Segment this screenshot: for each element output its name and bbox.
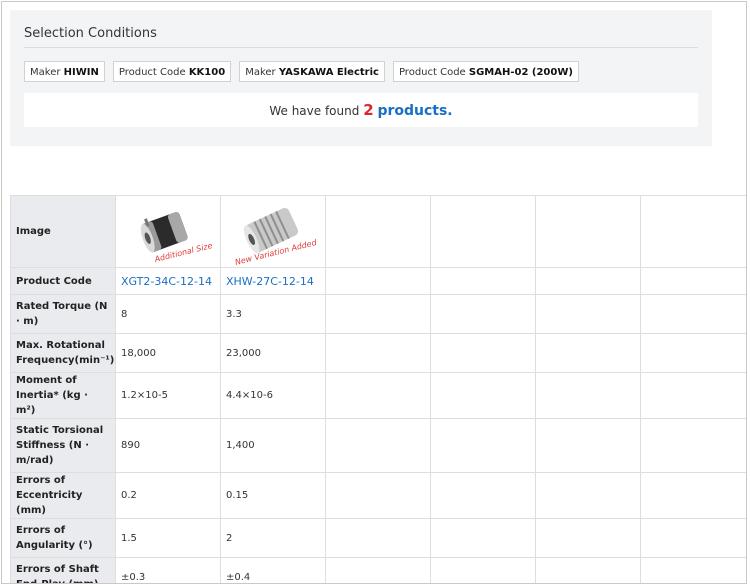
empty-cell: [535, 472, 641, 519]
condition-chips: Maker HIWIN Product Code KK100 Maker YAS…: [24, 61, 579, 82]
coupling-disc-silver-icon[interactable]: New Variation Added: [228, 199, 318, 267]
row-header-product-code: Product Code: [10, 267, 116, 295]
table-row-static-torsional-stiffness: Static Torsional Stiffness (N · m/rad) 8…: [10, 418, 746, 473]
row-header-image: Image: [10, 195, 116, 268]
product-comparison-table: Image Additional Size New Variation Adde…: [10, 195, 746, 583]
empty-cell: [325, 557, 431, 583]
spec-value: 4.4×10-6: [220, 372, 326, 419]
spec-value: 2: [220, 518, 326, 558]
empty-cell: [430, 267, 536, 295]
empty-cell: [535, 518, 641, 558]
chip-value: YASKAWA Electric: [278, 67, 379, 78]
empty-cell: [535, 418, 641, 473]
condition-chip-product-code-sgmah[interactable]: Product Code SGMAH-02 (200W): [392, 61, 579, 82]
empty-cell: [535, 372, 641, 419]
empty-cell: [430, 294, 536, 334]
condition-chip-maker-hiwin[interactable]: Maker HIWIN: [24, 61, 105, 82]
table-row-errors-shaft-end-play: Errors of Shaft End-Play (mm) ±0.3 ±0.4: [10, 557, 746, 583]
product-image-cell[interactable]: New Variation Added: [220, 195, 326, 268]
spec-value: 1.5: [115, 518, 221, 558]
empty-cell: [325, 267, 431, 295]
results-found-banner: We have found 2 products.: [24, 93, 698, 127]
table-row-product-code: Product Code XGT2-34C-12-14 XHW-27C-12-1…: [10, 267, 746, 295]
row-header-errors-angularity: Errors of Angularity (°): [10, 518, 116, 558]
empty-cell: [430, 418, 536, 473]
empty-cell: [325, 333, 431, 373]
product-code-link[interactable]: XGT2-34C-12-14: [121, 275, 212, 288]
table-row-moment-of-inertia: Moment of Inertia* (kg · m²) 1.2×10-5 4.…: [10, 372, 746, 419]
spec-value: 0.15: [220, 472, 326, 519]
empty-cell: [325, 294, 431, 334]
row-header-moment-of-inertia: Moment of Inertia* (kg · m²): [10, 372, 116, 419]
empty-cell: [430, 472, 536, 519]
empty-cell: [325, 195, 431, 268]
spec-value: 8: [115, 294, 221, 334]
empty-cell: [430, 195, 536, 268]
empty-cell: [535, 267, 641, 295]
divider: [24, 47, 698, 48]
row-header-errors-eccentricity: Errors of Eccentricity (mm): [10, 472, 116, 519]
product-code-cell: XGT2-34C-12-14: [115, 267, 221, 295]
row-header-static-torsional-stiffness: Static Torsional Stiffness (N · m/rad): [10, 418, 116, 473]
empty-cell: [325, 418, 431, 473]
condition-chip-product-code-kk100[interactable]: Product Code KK100: [112, 61, 232, 82]
empty-cell: [640, 267, 746, 295]
empty-cell: [430, 518, 536, 558]
chip-key: Maker: [30, 67, 61, 78]
page-frame: Selection Conditions Maker HIWIN Product…: [1, 1, 747, 584]
empty-cell: [535, 294, 641, 334]
selection-conditions-panel: Selection Conditions Maker HIWIN Product…: [10, 10, 712, 146]
condition-chip-maker-yaskawa[interactable]: Maker YASKAWA Electric: [239, 61, 385, 82]
coupling-clamp-black-icon[interactable]: Additional Size: [123, 199, 213, 265]
product-image-cell[interactable]: Additional Size: [115, 195, 221, 268]
chip-key: Maker: [245, 67, 276, 78]
empty-cell: [430, 372, 536, 419]
empty-cell: [640, 518, 746, 558]
chip-key: Product Code: [398, 67, 466, 78]
table-row-image: Image Additional Size New Variation Adde…: [10, 195, 746, 268]
spec-value: ±0.3: [115, 557, 221, 583]
found-suffix: products.: [377, 103, 453, 119]
empty-cell: [325, 518, 431, 558]
row-header-errors-shaft-end-play: Errors of Shaft End-Play (mm): [10, 557, 116, 583]
spec-value: 890: [115, 418, 221, 473]
empty-cell: [640, 418, 746, 473]
spec-value: 0.2: [115, 472, 221, 519]
empty-cell: [640, 333, 746, 373]
chip-value: KK100: [188, 67, 226, 78]
empty-cell: [325, 472, 431, 519]
table-row-errors-eccentricity: Errors of Eccentricity (mm) 0.2 0.15: [10, 472, 746, 519]
table-row-rated-torque: Rated Torque (N · m) 8 3.3: [10, 294, 746, 334]
product-code-cell: XHW-27C-12-14: [220, 267, 326, 295]
empty-cell: [535, 557, 641, 583]
found-prefix: We have found: [269, 104, 360, 118]
spec-value: 18,000: [115, 333, 221, 373]
spec-value: ±0.4: [220, 557, 326, 583]
empty-cell: [640, 557, 746, 583]
row-header-max-rotational-frequency: Max. Rotational Frequency(min⁻¹): [10, 333, 116, 373]
spec-value: 3.3: [220, 294, 326, 334]
empty-cell: [640, 372, 746, 419]
chip-value: HIWIN: [63, 67, 99, 78]
empty-cell: [640, 294, 746, 334]
product-code-link[interactable]: XHW-27C-12-14: [226, 275, 314, 288]
chip-value: SGMAH-02 (200W): [468, 67, 573, 78]
empty-cell: [325, 372, 431, 419]
table-row-errors-angularity: Errors of Angularity (°) 1.5 2: [10, 518, 746, 558]
spec-value: 23,000: [220, 333, 326, 373]
empty-cell: [535, 195, 641, 268]
chip-key: Product Code: [118, 67, 186, 78]
empty-cell: [640, 195, 746, 268]
row-header-rated-torque: Rated Torque (N · m): [10, 294, 116, 334]
empty-cell: [640, 472, 746, 519]
spec-value: 1.2×10-5: [115, 372, 221, 419]
spec-value: 1,400: [220, 418, 326, 473]
empty-cell: [430, 557, 536, 583]
found-count: 2: [363, 101, 374, 119]
empty-cell: [430, 333, 536, 373]
empty-cell: [535, 333, 641, 373]
table-row-max-rotational-frequency: Max. Rotational Frequency(min⁻¹) 18,000 …: [10, 333, 746, 373]
selection-conditions-title: Selection Conditions: [24, 26, 157, 41]
